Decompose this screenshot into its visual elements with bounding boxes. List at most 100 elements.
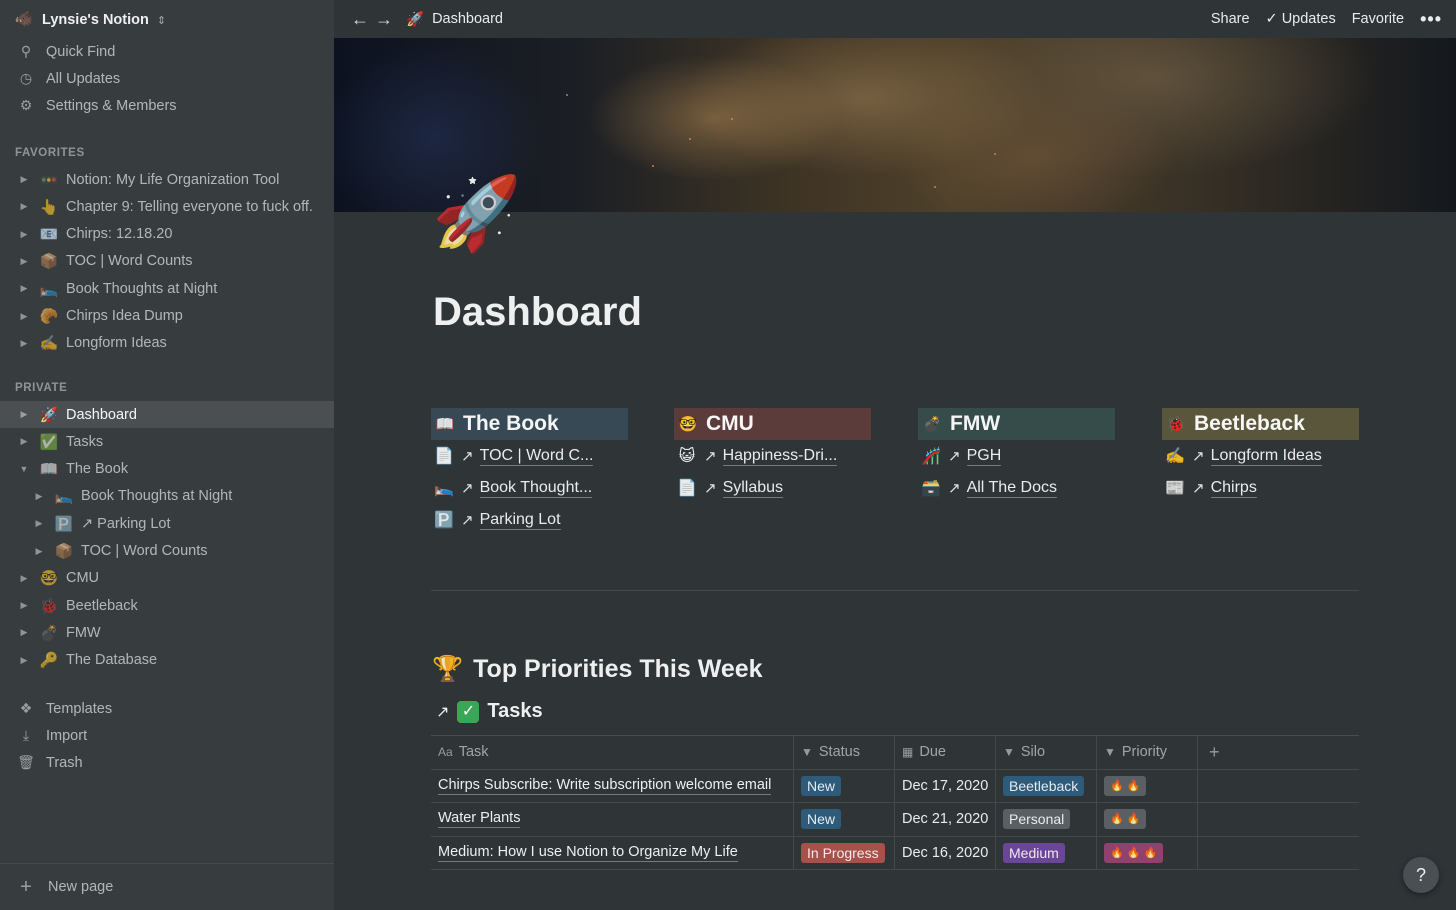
share-button[interactable]: Share xyxy=(1211,11,1250,27)
page-link-label: All The Docs xyxy=(966,478,1057,498)
tasks-database-link[interactable]: ↗ ✓ Tasks xyxy=(436,700,543,723)
page-link[interactable]: 😺 ↗ Happiness-Dri... xyxy=(674,440,871,472)
table-row[interactable]: Water Plants New Dec 21, 2020 Personal 🔥 🔥 xyxy=(431,803,1359,837)
page-emoji-icon: 🛌 xyxy=(434,480,454,497)
sidebar-private-item[interactable]: ▶ 🔑 The Database xyxy=(0,647,334,674)
sidebar-private-item[interactable]: ▶ 🅿️ ↗ Parking Lot xyxy=(0,510,334,537)
page-link[interactable]: 🎢 ↗ PGH xyxy=(918,440,1115,472)
column-header-silo[interactable]: ▼ Silo xyxy=(996,736,1097,769)
sidebar-favorite-item[interactable]: ▶ ✍️ Longform Ideas xyxy=(0,330,334,357)
triangle-right-icon[interactable]: ▶ xyxy=(18,436,30,447)
sidebar-favorite-item[interactable]: ▶ 👆 Chapter 9: Telling everyone to fuck of… xyxy=(0,193,334,220)
triangle-right-icon[interactable]: ▶ xyxy=(33,546,45,557)
due-cell[interactable]: Dec 17, 2020 xyxy=(895,769,996,802)
all-updates-button[interactable]: ◷ All Updates xyxy=(16,65,326,92)
sidebar-favorite-item[interactable]: ▶ 📦 TOC | Word Counts xyxy=(0,248,334,275)
column-header-task[interactable]: Aa Task xyxy=(431,736,794,769)
status-cell[interactable]: In Progress xyxy=(794,836,895,869)
due-cell[interactable]: Dec 16, 2020 xyxy=(895,836,996,869)
task-cell[interactable]: Water Plants xyxy=(431,803,794,836)
workspace-switcher[interactable]: 🐗 Lynsie's Notion ⇕ xyxy=(14,8,166,32)
priority-cell[interactable]: 🔥 🔥 🔥 xyxy=(1097,836,1198,869)
column-header-due[interactable]: ▦ Due xyxy=(895,736,996,769)
page-link[interactable]: ✍️ ↗ Longform Ideas xyxy=(1162,440,1359,472)
triangle-right-icon[interactable]: ▶ xyxy=(18,655,30,666)
silo-cell[interactable]: Beetleback xyxy=(996,769,1097,802)
add-property-button[interactable]: + xyxy=(1198,736,1359,769)
sidebar-private-item[interactable]: ▶ 📦 TOC | Word Counts xyxy=(0,538,334,565)
status-cell[interactable]: New xyxy=(794,803,895,836)
task-title[interactable]: Medium: How I use Notion to Organize My … xyxy=(438,844,738,862)
updates-label: Updates xyxy=(1281,11,1336,27)
priority-cell[interactable]: 🔥 🔥 xyxy=(1097,769,1198,802)
status-cell[interactable]: New xyxy=(794,769,895,802)
triangle-right-icon[interactable]: ▶ xyxy=(18,283,30,294)
task-title[interactable]: Water Plants xyxy=(438,810,521,829)
empty-cell xyxy=(1198,837,1359,870)
page-link[interactable]: 📰 ↗ Chirps xyxy=(1162,472,1359,504)
sidebar-private-item[interactable]: ▼ 📖 The Book xyxy=(0,456,334,483)
page-icon[interactable]: 🚀 xyxy=(432,174,522,254)
settings-members-button[interactable]: ⚙ Settings & Members xyxy=(16,92,326,119)
triangle-right-icon[interactable]: ▶ xyxy=(18,256,30,267)
triangle-right-icon[interactable]: ▶ xyxy=(18,311,30,322)
task-cell[interactable]: Chirps Subscribe: Write subscription wel… xyxy=(431,769,794,802)
import-button[interactable]: ⤓ Import xyxy=(16,722,326,749)
page-emoji-icon: 📄 xyxy=(434,448,454,465)
trash-button[interactable]: 🗑 Trash xyxy=(16,749,326,776)
column-header-status[interactable]: ▼ Status xyxy=(794,736,895,769)
templates-button[interactable]: ❖ Templates xyxy=(16,695,326,722)
sidebar-private-item[interactable]: ▶ 🛌 Book Thoughts at Night xyxy=(0,483,334,510)
page-link[interactable]: 🛌 ↗ Book Thought... xyxy=(431,472,628,504)
triangle-right-icon[interactable]: ▶ xyxy=(18,600,30,611)
status-tag: New xyxy=(801,809,842,830)
select-property-icon: ▼ xyxy=(1003,745,1015,760)
page-emoji-icon: 📖 xyxy=(39,461,59,479)
column-emoji-icon: 🐞 xyxy=(1166,416,1186,433)
new-page-button[interactable]: + New page xyxy=(0,863,334,910)
priority-cell[interactable]: 🔥 🔥 xyxy=(1097,803,1198,836)
triangle-right-icon[interactable]: ▶ xyxy=(18,229,30,240)
quick-find-button[interactable]: ⚲ Quick Find xyxy=(16,38,326,65)
triangle-right-icon[interactable]: ▶ xyxy=(33,491,45,502)
sidebar-private-item[interactable]: ▶ 🤓 CMU xyxy=(0,565,334,592)
sidebar-favorite-item[interactable]: ▶ 📧 Chirps: 12.18.20 xyxy=(0,221,334,248)
back-arrow-icon[interactable]: ← xyxy=(348,9,372,30)
more-options-icon[interactable]: ••• xyxy=(1420,9,1442,30)
page-link[interactable]: 🗃️ ↗ All The Docs xyxy=(918,472,1115,504)
due-cell[interactable]: Dec 21, 2020 xyxy=(895,803,996,836)
sidebar-item-label: Book Thoughts at Night xyxy=(81,488,233,505)
column-header-priority[interactable]: ▼ Priority xyxy=(1097,736,1198,769)
silo-cell[interactable]: Medium xyxy=(996,836,1097,869)
triangle-right-icon[interactable]: ▶ xyxy=(18,201,30,212)
sidebar-favorite-item[interactable]: ▶ 🚥 Notion: My Life Organization Tool xyxy=(0,166,334,193)
sidebar-private-item[interactable]: ▶ 💣 FMW xyxy=(0,619,334,646)
sidebar-private-item[interactable]: ▶ 🐞 Beetleback xyxy=(0,592,334,619)
page-title[interactable]: Dashboard xyxy=(433,290,642,335)
sidebar-item-label: Chirps Idea Dump xyxy=(66,308,183,324)
triangle-down-icon[interactable]: ▼ xyxy=(18,464,30,474)
task-cell[interactable]: Medium: How I use Notion to Organize My … xyxy=(431,836,794,869)
triangle-right-icon[interactable]: ▶ xyxy=(33,518,45,529)
page-link[interactable]: 📄 ↗ Syllabus xyxy=(674,472,871,504)
breadcrumb[interactable]: 🚀 Dashboard xyxy=(406,11,503,28)
table-row[interactable]: Chirps Subscribe: Write subscription wel… xyxy=(431,769,1359,803)
task-title[interactable]: Chirps Subscribe: Write subscription wel… xyxy=(438,777,772,795)
updates-button[interactable]: ✓ Updates xyxy=(1266,11,1336,27)
forward-arrow-icon[interactable]: → xyxy=(372,9,396,30)
sidebar-favorite-item[interactable]: ▶ 🛌 Book Thoughts at Night xyxy=(0,275,334,302)
triangle-right-icon[interactable]: ▶ xyxy=(18,174,30,185)
help-button[interactable]: ? xyxy=(1403,857,1439,893)
silo-cell[interactable]: Personal xyxy=(996,803,1097,836)
sidebar-favorite-item[interactable]: ▶ 🥐 Chirps Idea Dump xyxy=(0,303,334,330)
triangle-right-icon[interactable]: ▶ xyxy=(18,573,30,584)
triangle-right-icon[interactable]: ▶ xyxy=(18,409,30,420)
triangle-right-icon[interactable]: ▶ xyxy=(18,338,30,349)
sidebar-private-item[interactable]: ▶ 🚀 Dashboard xyxy=(0,401,334,428)
favorite-button[interactable]: Favorite xyxy=(1352,11,1404,27)
sidebar-private-item[interactable]: ▶ ✅ Tasks xyxy=(0,428,334,455)
table-row[interactable]: Medium: How I use Notion to Organize My … xyxy=(431,836,1359,870)
page-link[interactable]: 📄 ↗ TOC | Word C... xyxy=(431,440,628,472)
triangle-right-icon[interactable]: ▶ xyxy=(18,627,30,638)
page-link[interactable]: 🅿️ ↗ Parking Lot xyxy=(431,504,628,536)
